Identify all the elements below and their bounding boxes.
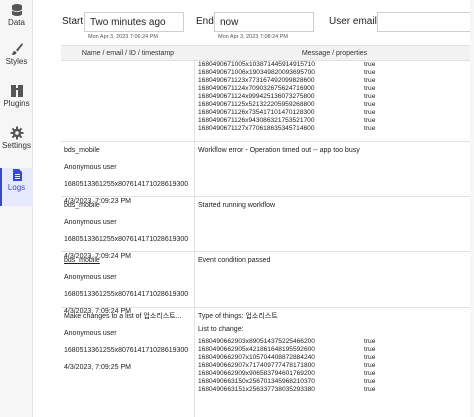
sidebar: Data Styles Plugins Settings Logs bbox=[0, 0, 33, 417]
log-message: Event condition passed bbox=[198, 257, 271, 264]
scrollbar[interactable] bbox=[470, 0, 474, 417]
user-label: Anonymous user bbox=[64, 219, 117, 226]
document-icon bbox=[12, 169, 22, 181]
property-row: 1680490663150x256701345968210370 true bbox=[198, 378, 376, 385]
sidebar-item-data[interactable]: Data bbox=[0, 3, 33, 36]
sidebar-item-styles[interactable]: Styles bbox=[0, 42, 33, 78]
database-icon bbox=[11, 4, 22, 16]
row-name-cell: bds_mobile Anonymous user 1680513361255x… bbox=[61, 252, 195, 315]
property-row: 1680490671126x943086321753521700 true bbox=[198, 117, 376, 124]
sidebar-item-plugins[interactable]: Plugins bbox=[0, 84, 33, 120]
timestamp: 4/3/2023, 7:09:25 PM bbox=[64, 364, 131, 371]
workflow-name-link[interactable]: bds_mobile bbox=[64, 256, 191, 268]
sidebar-item-label: Settings bbox=[2, 141, 31, 150]
plugins-icon bbox=[10, 85, 23, 97]
sidebar-item-label: Plugins bbox=[3, 99, 30, 108]
property-row: 1680490671124x999425136073275800 true bbox=[198, 93, 376, 100]
row-name-cell: bds_mobile Anonymous user 1680513361255x… bbox=[61, 142, 195, 205]
sidebar-item-label: Styles bbox=[5, 57, 28, 66]
user-label: Anonymous user bbox=[64, 164, 117, 171]
start-label: Start bbox=[62, 16, 84, 27]
table-row: bds_mobile Anonymous user 1680513361255x… bbox=[61, 197, 474, 260]
row-name-cell bbox=[61, 61, 195, 141]
logs-table: Name / email / ID / timestamp Message / … bbox=[61, 45, 474, 417]
property-row: 1680490671006x190349820093695700 true bbox=[198, 69, 376, 76]
property-row: 1680490671123x773167492099828600 true bbox=[198, 77, 376, 84]
user-id: 1680513361255x807614171028619300 bbox=[64, 181, 189, 188]
sidebar-item-logs[interactable]: Logs bbox=[0, 168, 33, 206]
property-row: 1680490662905x421861648195592600 true bbox=[198, 346, 376, 353]
start-input[interactable] bbox=[84, 12, 184, 32]
property-row: 1680490662907x105704408872884240 true bbox=[198, 354, 376, 361]
row-name-cell: bds_mobile Anonymous user 1680513361255x… bbox=[61, 197, 195, 260]
workflow-name: bds_mobile bbox=[64, 147, 100, 154]
user-label: Anonymous user bbox=[64, 330, 117, 337]
header-message: Message / properties bbox=[301, 50, 368, 57]
table-row: 1680490671005x103871445914915710 true 168… bbox=[61, 61, 474, 142]
user-id: 1680513361255x807614171028619300 bbox=[64, 291, 189, 298]
property-row: 1680490662909x906583794601769200 true bbox=[198, 370, 376, 377]
row-message-cell: Workflow error - Operation timed out -- … bbox=[195, 142, 474, 196]
row-name-cell: Make changes to a list of 업소리스트... Anony… bbox=[61, 308, 195, 417]
property-row: 1680490663151x256337738035293380 true bbox=[198, 386, 376, 393]
property-row: 1680490662907x717409777478171800 true bbox=[198, 362, 376, 369]
end-label: End bbox=[196, 16, 214, 27]
row-message-cell: 1680490671005x103871445914915710 true 168… bbox=[195, 61, 474, 141]
log-message: Started running workflow bbox=[198, 202, 276, 209]
property-row: 1680490671127x770618635345714600 true bbox=[198, 125, 376, 132]
start-timestamp: Mon Apr 3, 2023 7:06:24 PM bbox=[88, 34, 159, 40]
row-message-cell: Started running workflow bbox=[195, 197, 474, 251]
property-row: 1680490671124x709032675624716900 true bbox=[198, 85, 376, 92]
table-row: Make changes to a list of 업소리스트... Anony… bbox=[61, 308, 474, 417]
user-email-input[interactable] bbox=[377, 12, 474, 32]
sidebar-item-settings[interactable]: Settings bbox=[0, 126, 33, 162]
property-row: 1680490671005x103871445914915710 true bbox=[198, 61, 376, 68]
log-message: Type of things: 업소리스트 bbox=[198, 313, 278, 320]
table-row: bds_mobile Anonymous user 1680513361255x… bbox=[61, 252, 474, 315]
workflow-name: bds_mobile bbox=[64, 202, 100, 209]
row-message-cell: Event condition passed bbox=[195, 252, 474, 307]
row-message-cell: Type of things: 업소리스트 List to change: 16… bbox=[195, 308, 474, 417]
sidebar-item-label: Logs bbox=[7, 183, 26, 192]
property-row: 1680490671125x521322205959268800 true bbox=[198, 101, 376, 108]
brush-icon bbox=[11, 43, 23, 55]
end-input[interactable] bbox=[214, 12, 314, 32]
user-id: 1680513361255x807614171028619300 bbox=[64, 236, 189, 243]
header-name: Name / email / ID / timestamp bbox=[81, 50, 175, 57]
table-row: bds_mobile Anonymous user 1680513361255x… bbox=[61, 142, 474, 205]
log-message-detail: List to change: bbox=[198, 326, 244, 333]
user-label: Anonymous user bbox=[64, 274, 117, 281]
filter-bar: Start Mon Apr 3, 2023 7:06:24 PM End Mon… bbox=[33, 0, 474, 44]
end-timestamp: Mon Apr 3, 2023 7:08:24 PM bbox=[218, 34, 289, 40]
property-row: 1680490662903x890514375225466200 true bbox=[198, 338, 376, 345]
log-message: Workflow error - Operation timed out -- … bbox=[198, 147, 360, 154]
user-email-label: User email bbox=[329, 16, 377, 27]
gear-icon bbox=[10, 126, 23, 140]
user-id: 1680513361255x807614171028619300 bbox=[64, 347, 189, 354]
workflow-name: Make changes to a list of 업소리스트... bbox=[64, 313, 182, 320]
sidebar-item-label: Data bbox=[8, 18, 25, 27]
property-row: 1680490671126x735417101470128300 true bbox=[198, 109, 376, 116]
table-header: Name / email / ID / timestamp Message / … bbox=[61, 45, 474, 61]
